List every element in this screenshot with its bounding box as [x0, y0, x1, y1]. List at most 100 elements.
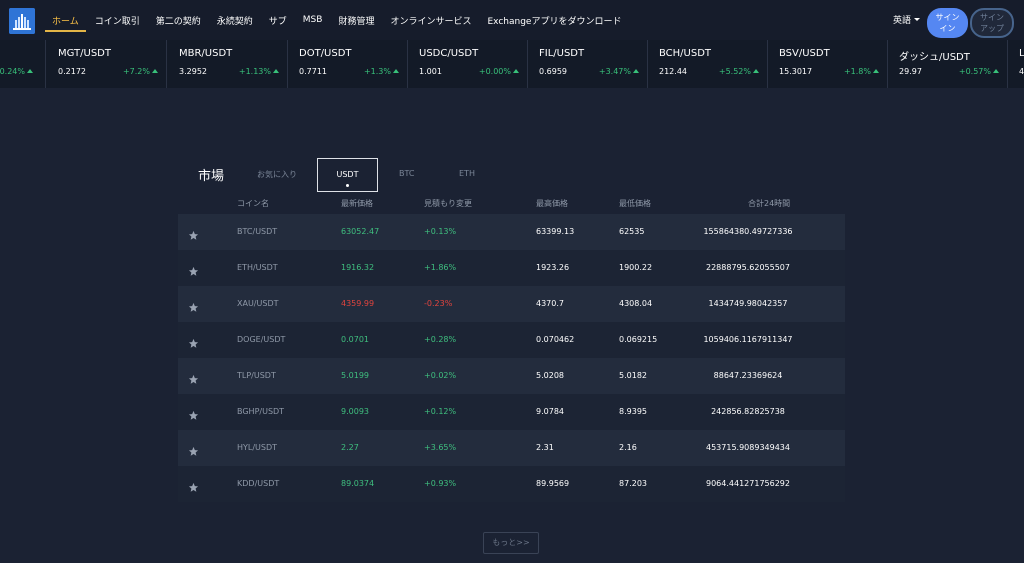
latest-price: 4359.99 — [341, 299, 375, 308]
header-low: 最低価格 — [619, 199, 651, 208]
high-price: 4370.7 — [536, 299, 564, 308]
nav-item-finance[interactable]: 財務管理 — [330, 0, 382, 40]
coin-name: ETH/USDT — [237, 263, 278, 272]
ticker-item[interactable]: BSV/USDT 15.3017 +1.8% — [768, 40, 888, 88]
table-row[interactable]: KDD/USDT 89.0374 +0.93% 89.9569 87.203 9064.4… — [178, 466, 845, 502]
table-row[interactable]: HYL/USDT 2.27 +3.65% 2.31 2.16 453715.9089349… — [178, 430, 845, 466]
low-price: 62535 — [619, 227, 645, 236]
coin-name: TLP/USDT — [237, 371, 276, 380]
ticker-change: +1.3% — [364, 67, 399, 76]
logo-icon[interactable] — [9, 8, 35, 34]
language-label: 英語 — [893, 16, 912, 26]
ticker-symbol: ダッシュ/USDT — [899, 52, 970, 63]
ticker-price: 4 — [1019, 67, 1024, 76]
high-price: 89.9569 — [536, 479, 570, 488]
coin-name: BGHP/USDT — [237, 407, 285, 416]
table-row[interactable]: BTC/USDT 63052.47 +0.13% 63399.13 62535 15586… — [178, 214, 845, 250]
tab-favorites[interactable]: お気に入り — [257, 169, 297, 180]
ticker-item[interactable]: FIL/USDT 0.6959 +3.47% — [528, 40, 648, 88]
price-change: +0.12% — [424, 407, 457, 416]
star-icon[interactable] — [188, 442, 199, 456]
latest-price: 63052.47 — [341, 227, 380, 236]
table-row[interactable]: TLP/USDT 5.0199 +0.02% 5.0208 5.0182 88647.23… — [178, 358, 845, 394]
low-price: 2.16 — [619, 443, 637, 452]
ticker-item[interactable]: MBR/USDT 3.2952 +1.13% — [168, 40, 288, 88]
main-menu: ホーム コイン取引 第二の契約 永続契約 サブ MSB 財務管理 オンラインサー… — [44, 0, 629, 40]
ticker-price: 0.6959 — [539, 67, 567, 76]
ticker-symbol: MBR/USDT — [179, 48, 233, 59]
active-dot-icon — [346, 184, 349, 187]
ticker-symbol: BCH/USDT — [659, 48, 712, 59]
high-price: 9.0784 — [536, 407, 564, 416]
table-row[interactable]: BGHP/USDT 9.0093 +0.12% 9.0784 8.9395 242856.… — [178, 394, 845, 430]
nav-item-perpetual-contract[interactable]: 永続契約 — [209, 0, 261, 40]
tab-usdt[interactable]: USDT — [317, 158, 378, 192]
star-icon[interactable] — [188, 262, 199, 276]
ticker-item[interactable]: USDC/USDT 1.001 +0.00% — [408, 40, 528, 88]
ticker-item[interactable]: DOT/USDT 0.7711 +1.3% — [288, 40, 408, 88]
volume-24h: 1434749.98042357 — [708, 299, 788, 308]
nav-item-sub[interactable]: サブ — [261, 0, 295, 40]
ticker-item[interactable]: +0.24% — [0, 40, 46, 88]
table-row[interactable]: XAU/USDT 4359.99 -0.23% 4370.7 4308.04 143474… — [178, 286, 845, 322]
volume-24h: 9064.441271756292 — [706, 479, 790, 488]
coin-name: DOGE/USDT — [237, 335, 286, 344]
tab-btc[interactable]: BTC — [399, 169, 415, 178]
header-latest-price: 最新価格 — [341, 199, 373, 208]
volume-24h: 1059406.1167911347 — [703, 335, 793, 344]
low-price: 8.9395 — [619, 407, 647, 416]
more-button[interactable]: もっと>> — [483, 532, 539, 554]
sign-in-button[interactable]: サイン イン — [927, 8, 968, 38]
low-price: 87.203 — [619, 479, 647, 488]
star-icon[interactable] — [188, 298, 199, 312]
ticker-symbol: DOT/USDT — [299, 48, 352, 59]
up-arrow-icon — [753, 69, 759, 73]
nav-item-online-service[interactable]: オンラインサービス — [382, 0, 479, 40]
nav-item-spot-trading[interactable]: コイン取引 — [87, 0, 148, 40]
volume-24h: 88647.23369624 — [713, 371, 783, 380]
ticker-change: +7.2% — [123, 67, 158, 76]
latest-price: 1916.32 — [341, 263, 375, 272]
latest-price: 9.0093 — [341, 407, 369, 416]
volume-24h: 453715.9089349434 — [706, 443, 790, 452]
market-panel: 市場 お気に入り USDT BTC ETH コイン名 最新価格 見積もり変更 最… — [178, 152, 845, 502]
star-icon[interactable] — [188, 406, 199, 420]
nav-item-download-app[interactable]: Exchangeアプリをダウンロード — [479, 0, 629, 40]
table-row[interactable]: DOGE/USDT 0.0701 +0.28% 0.070462 0.069215 105… — [178, 322, 845, 358]
coin-name: BTC/USDT — [237, 227, 278, 236]
nav-item-home[interactable]: ホーム — [44, 0, 87, 40]
latest-price: 0.0701 — [341, 335, 369, 344]
up-arrow-icon — [393, 69, 399, 73]
header-change: 見積もり変更 — [424, 199, 472, 208]
ticker-price: 212.44 — [659, 67, 687, 76]
ticker-item[interactable]: MGT/USDT 0.2172 +7.2% — [47, 40, 167, 88]
star-icon[interactable] — [188, 370, 199, 384]
tab-usdt-label: USDT — [336, 170, 359, 179]
header-volume: 合計24時間 — [748, 199, 791, 208]
star-icon[interactable] — [188, 478, 199, 492]
nav-item-msb[interactable]: MSB — [295, 0, 331, 40]
star-icon[interactable] — [188, 226, 199, 240]
latest-price: 5.0199 — [341, 371, 369, 380]
ticker-price: 0.7711 — [299, 67, 327, 76]
ticker-item[interactable]: BCH/USDT 212.44 +5.52% — [648, 40, 768, 88]
tab-eth[interactable]: ETH — [459, 169, 475, 178]
sign-up-label: サイン アップ — [980, 13, 1004, 33]
price-change: +0.93% — [424, 479, 457, 488]
price-change: +3.65% — [424, 443, 457, 452]
ticker-item[interactable]: L 4 — [1008, 40, 1024, 88]
ticker-item[interactable]: ダッシュ/USDT 29.97 +0.57% — [888, 40, 1008, 88]
sign-in-label: サイン イン — [935, 13, 960, 33]
high-price: 2.31 — [536, 443, 554, 452]
language-selector[interactable]: 英語 — [893, 13, 921, 26]
table-row[interactable]: ETH/USDT 1916.32 +1.86% 1923.26 1900.22 22888… — [178, 250, 845, 286]
caret-down-icon — [914, 18, 921, 21]
volume-24h: 242856.82825738 — [711, 407, 785, 416]
table-header: コイン名 最新価格 見積もり変更 最高価格 最低価格 合計24時間 — [178, 196, 845, 214]
high-price: 0.070462 — [536, 335, 575, 344]
ticker-symbol: L — [1019, 48, 1024, 59]
ticker-change: +1.13% — [239, 67, 279, 76]
nav-item-second-contract[interactable]: 第二の契約 — [148, 0, 209, 40]
sign-up-button[interactable]: サイン アップ — [970, 8, 1014, 38]
star-icon[interactable] — [188, 334, 199, 348]
